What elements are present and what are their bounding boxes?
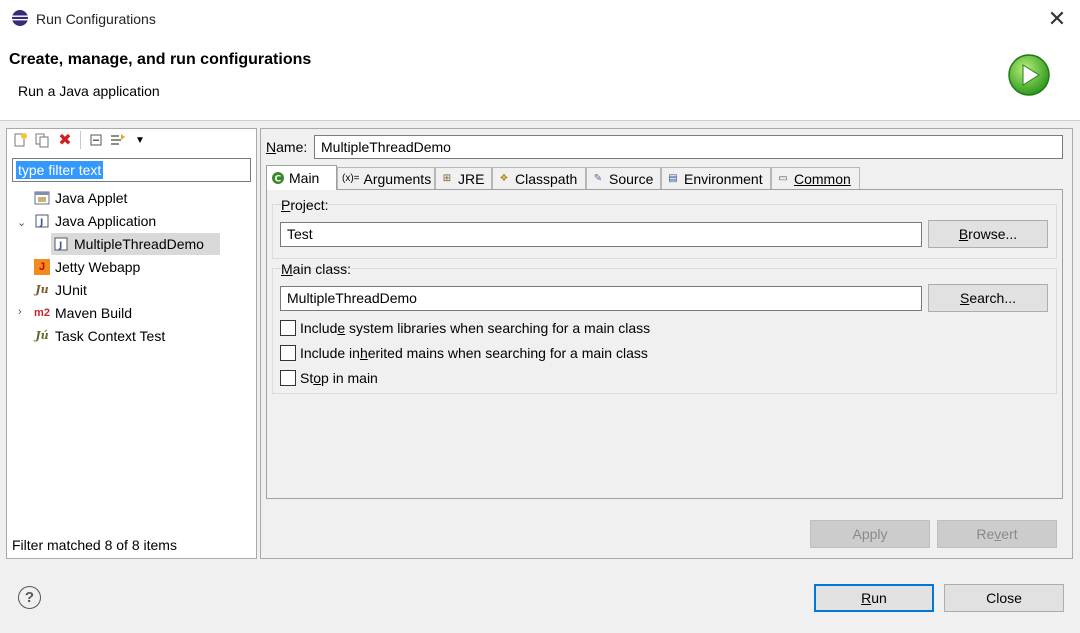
checkbox-box[interactable] (280, 320, 296, 336)
filter-status-text: Filter matched 8 of 8 items (12, 537, 177, 553)
common-tab-icon: ▭ (778, 173, 788, 184)
window-title: Run Configurations (36, 11, 156, 27)
run-large-icon (1008, 54, 1050, 96)
tab-environment[interactable]: ▤ Environment (661, 167, 771, 189)
tab-jre[interactable]: ⊞ JRE (435, 167, 492, 189)
tree-item-java-application[interactable]: J Java Application (34, 210, 156, 232)
tree-item-java-applet[interactable]: Java Applet (34, 187, 127, 209)
title-bar (0, 0, 1080, 40)
tree-item-task-context-test[interactable]: Jú Task Context Test (34, 325, 165, 347)
include-inherited-mains-checkbox[interactable]: Include inherited mains when searching f… (280, 343, 648, 363)
close-button[interactable]: Close (944, 584, 1064, 612)
include-inherited-mains-label: Include inherited mains when searching f… (300, 345, 648, 361)
task-context-icon: Jú (35, 329, 49, 342)
help-icon[interactable]: ? (18, 586, 41, 609)
environment-tab-icon: ▤ (668, 173, 678, 184)
project-input[interactable]: Test (280, 222, 922, 247)
tab-classpath[interactable]: ❖ Classpath (492, 167, 586, 189)
svg-text:J: J (58, 241, 62, 251)
tree-expanded-chevron-icon[interactable]: ⌄ (17, 216, 26, 229)
close-window-icon[interactable]: ✕ (1040, 4, 1074, 34)
svg-text:J: J (39, 218, 43, 228)
java-application-icon: J (34, 213, 50, 229)
delete-icon[interactable]: ✖ (56, 131, 74, 149)
junit-icon: Ju (35, 283, 49, 296)
include-system-libraries-checkbox[interactable]: Include system libraries when searching … (280, 318, 650, 338)
tree-item-junit[interactable]: Ju JUnit (34, 279, 87, 301)
classpath-tab-icon: ❖ (499, 173, 509, 184)
banner-title: Create, manage, and run configurations (9, 51, 312, 68)
svg-text:C: C (275, 175, 282, 185)
filter-input-selected-text: type filter text (16, 161, 104, 179)
maven-icon: m2 (34, 307, 50, 319)
tab-main[interactable]: C Main (266, 165, 337, 190)
tab-common[interactable]: ▭ Common (771, 167, 860, 189)
main-tab-icon: C (271, 171, 285, 185)
main-class-input[interactable]: MultipleThreadDemo (280, 286, 922, 311)
revert-button[interactable]: Re v ert (937, 520, 1057, 548)
tree-collapsed-chevron-icon[interactable]: › (18, 306, 22, 318)
checkbox-box[interactable] (280, 370, 296, 386)
banner-subtitle: Run a Java application (18, 83, 160, 99)
project-label: Project: (281, 197, 329, 213)
main-class-label: Main class: (281, 261, 352, 277)
tree-item-jetty-webapp[interactable]: J Jetty Webapp (34, 256, 140, 278)
java-applet-icon (34, 190, 50, 206)
source-tab-icon: ✎ (593, 173, 603, 184)
tree-item-maven-build[interactable]: m2 Maven Build (34, 302, 132, 324)
arguments-tab-icon: (x)= (342, 173, 360, 184)
tab-source[interactable]: ✎ Source (586, 167, 661, 189)
view-menu-chevron-down-icon[interactable]: ▼ (131, 131, 149, 149)
jre-tab-icon: ⊞ (442, 173, 452, 184)
new-config-icon[interactable] (11, 131, 29, 149)
tree-item-multiplethreaddemo[interactable]: J MultipleThreadDemo (53, 233, 204, 255)
search-button[interactable]: Search... (928, 284, 1048, 312)
collapse-all-icon[interactable] (87, 131, 105, 149)
java-class-icon: J (53, 236, 69, 252)
jetty-icon: J (34, 259, 50, 275)
include-system-libraries-label: Include system libraries when searching … (300, 320, 651, 336)
name-label: Name: (266, 139, 308, 155)
eclipse-icon (12, 10, 28, 26)
toolbar-divider (80, 131, 81, 149)
browse-button[interactable]: Browse... (928, 220, 1048, 248)
filter-icon[interactable] (109, 131, 127, 149)
stop-in-main-label: Stop in main (300, 370, 378, 386)
run-button[interactable]: Run (814, 584, 934, 612)
name-input[interactable]: MultipleThreadDemo (314, 135, 1063, 159)
tab-arguments[interactable]: (x)= Arguments (337, 167, 435, 189)
stop-in-main-checkbox[interactable]: Stop in main (280, 368, 378, 388)
apply-button[interactable]: Apply (810, 520, 930, 548)
checkbox-box[interactable] (280, 345, 296, 361)
duplicate-icon[interactable] (33, 131, 51, 149)
